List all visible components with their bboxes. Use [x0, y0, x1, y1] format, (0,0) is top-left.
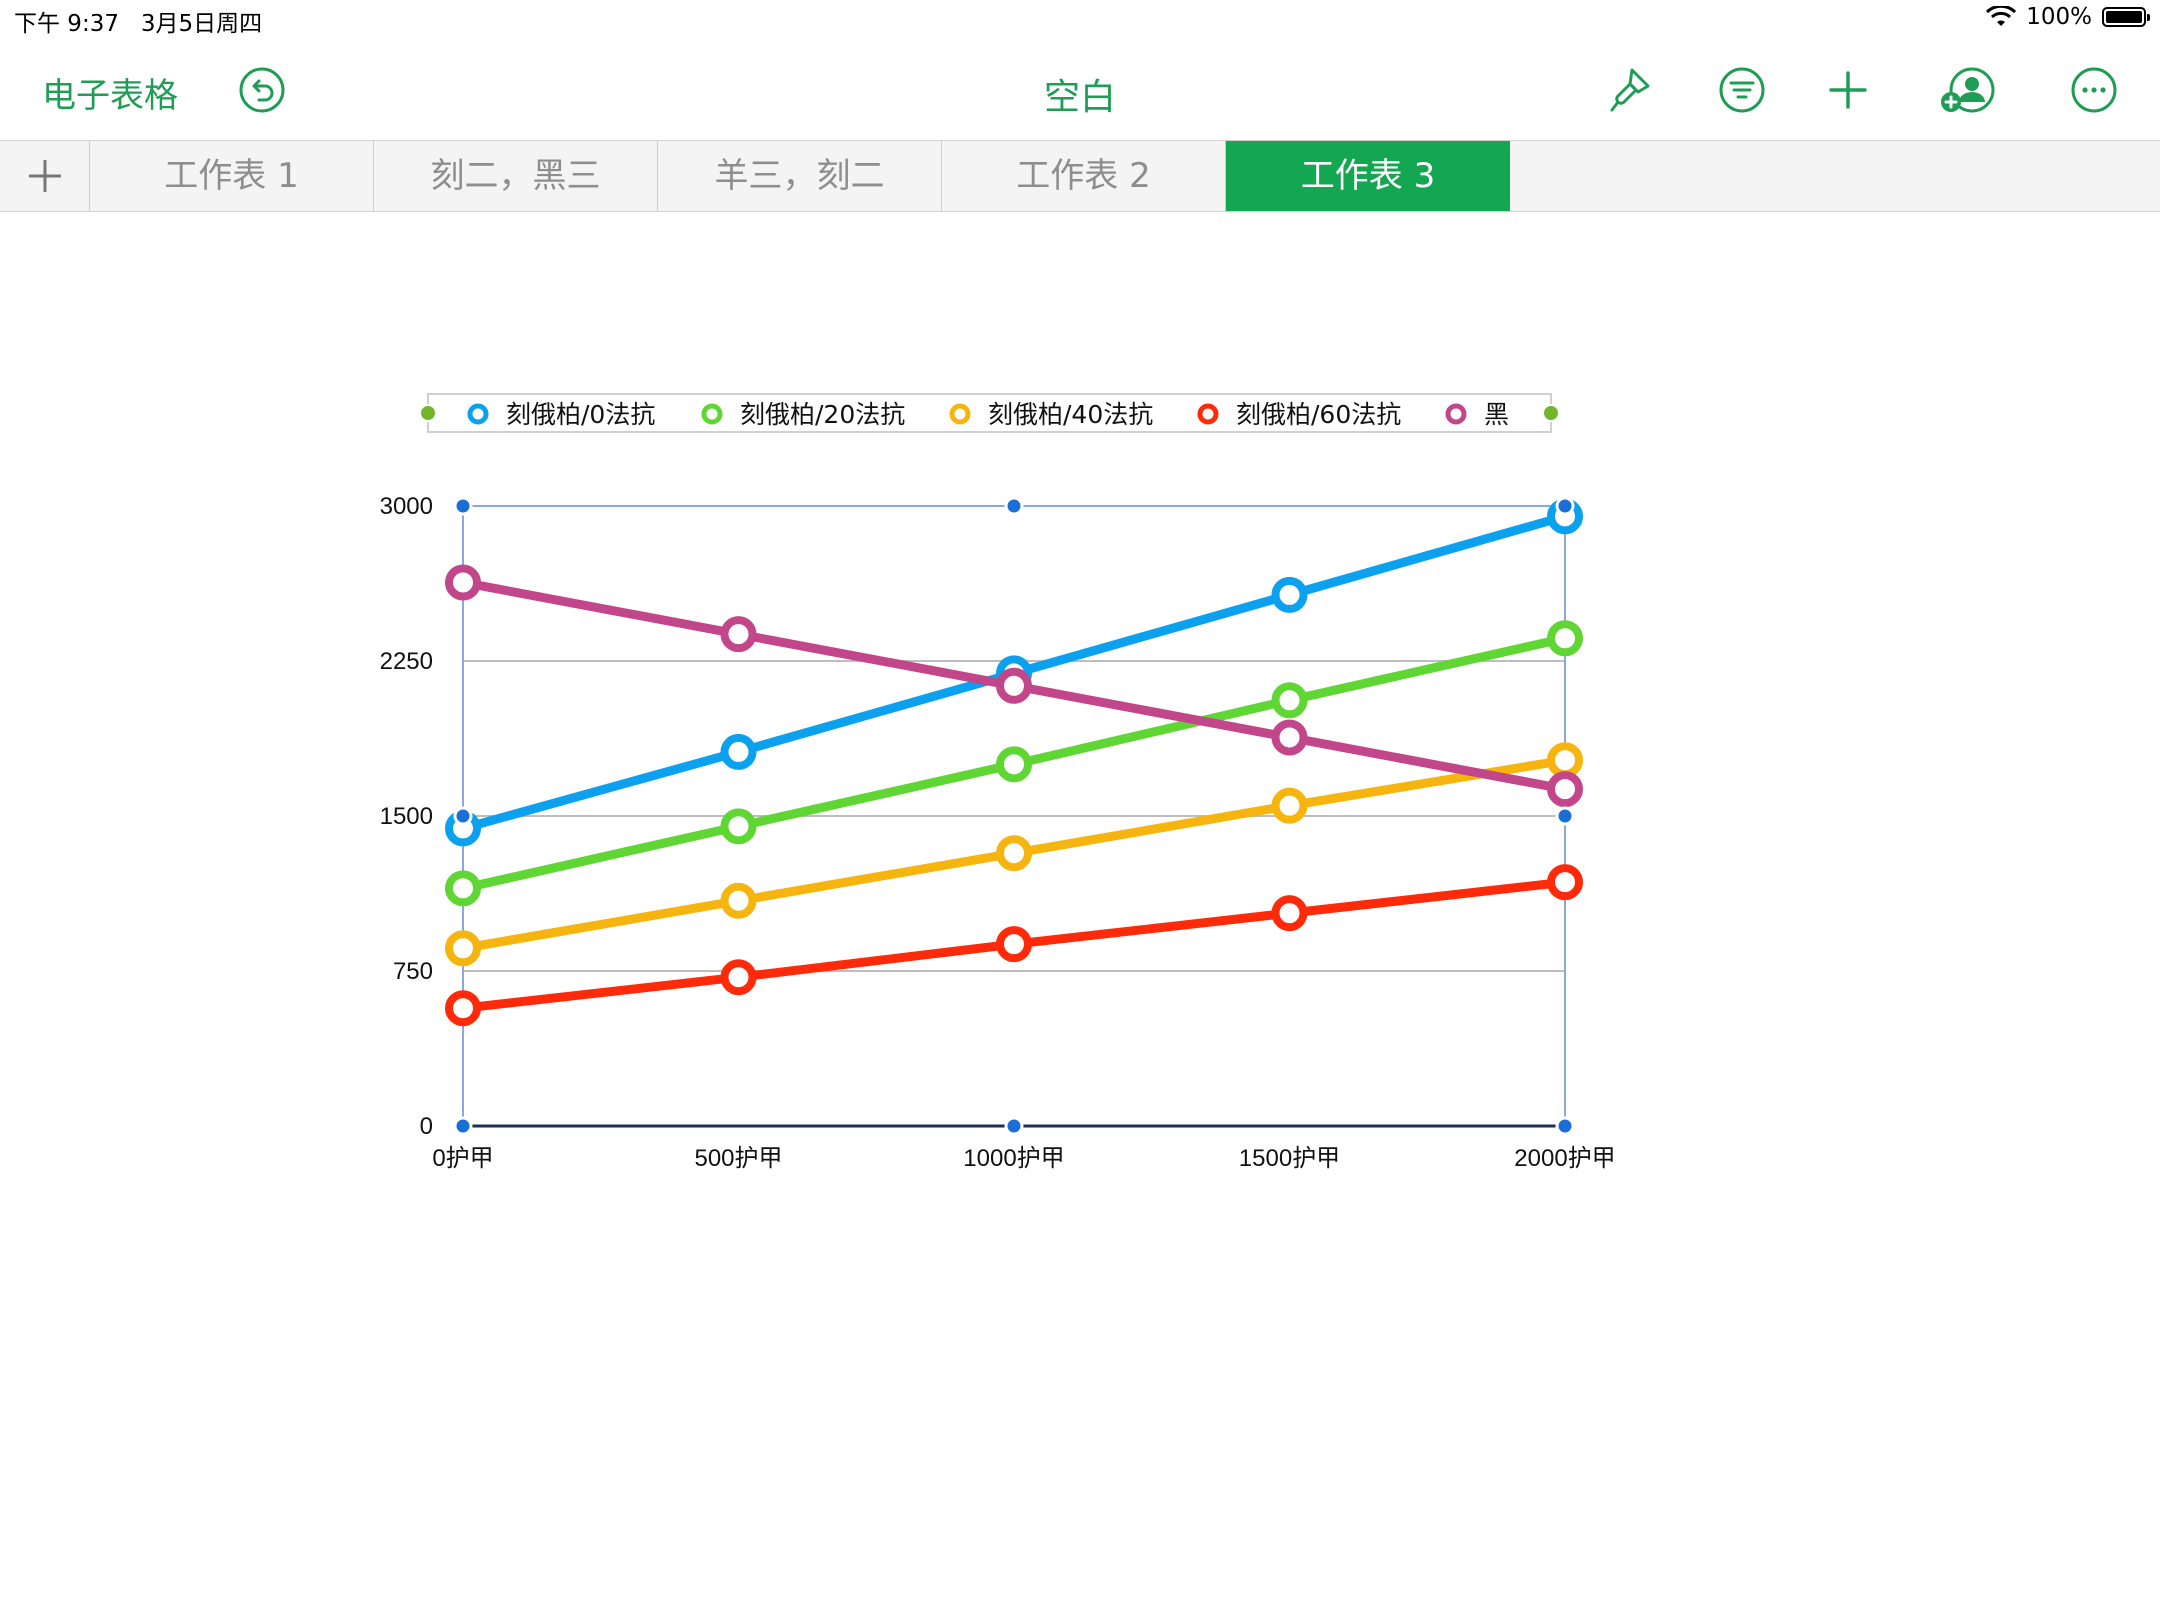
- y-tick-label: 1500: [380, 803, 433, 830]
- legend-label: 刻俄柏/0法抗: [506, 400, 655, 429]
- paintbrush-icon[interactable]: [1604, 64, 1656, 116]
- legend-marker: [1445, 403, 1467, 425]
- data-point[interactable]: [1547, 771, 1583, 808]
- x-tick-label: 1000护甲: [963, 1145, 1064, 1172]
- line-chart[interactable]: 0 750 1500 2250 3000 0护甲 500护甲 1000护甲 1500护甲 2000…: [0, 212, 2160, 1620]
- data-point[interactable]: [1547, 620, 1583, 657]
- battery-percent: 100%: [2026, 4, 2092, 30]
- selection-handle[interactable]: [453, 806, 473, 826]
- legend-marker: [467, 403, 489, 425]
- more-icon[interactable]: [2068, 64, 2120, 116]
- data-point[interactable]: [996, 746, 1032, 783]
- selection-handle[interactable]: [453, 496, 473, 516]
- data-point[interactable]: [1271, 682, 1308, 719]
- x-tick-label: 2000护甲: [1514, 1145, 1615, 1172]
- data-point[interactable]: [1271, 895, 1308, 932]
- selection-handle[interactable]: [1555, 806, 1575, 826]
- data-point[interactable]: [720, 959, 757, 996]
- y-tick-label: 3000: [380, 493, 433, 520]
- x-tick-label: 0护甲: [432, 1145, 493, 1172]
- legend-label: 黑: [1484, 400, 1509, 429]
- legend-label: 刻俄柏/40法抗: [988, 400, 1153, 429]
- data-point[interactable]: [445, 564, 481, 601]
- selection-handle[interactable]: [453, 1116, 473, 1136]
- data-point[interactable]: [720, 882, 757, 919]
- data-point[interactable]: [720, 733, 757, 770]
- data-point[interactable]: [1271, 719, 1308, 756]
- selection-handle[interactable]: [1004, 496, 1024, 516]
- status-bar: 下午 9:37 3月5日周四 100%: [0, 0, 2160, 40]
- spreadsheets-back-button[interactable]: 电子表格: [42, 68, 178, 117]
- selection-handle[interactable]: [1555, 496, 1575, 516]
- legend-resize-handle[interactable]: [419, 404, 437, 422]
- document-title[interactable]: 空白: [1044, 77, 1116, 118]
- data-point[interactable]: [1271, 787, 1308, 824]
- legend-resize-handle[interactable]: [1542, 404, 1560, 422]
- add-collaborator-icon[interactable]: [1938, 64, 1998, 116]
- selection-handle[interactable]: [1555, 1116, 1575, 1136]
- tab-sheet-5[interactable]: 工作表 3: [1226, 141, 1510, 211]
- legend-label: 刻俄柏/60法抗: [1236, 400, 1401, 429]
- data-point[interactable]: [445, 870, 481, 907]
- legend-marker: [949, 403, 971, 425]
- data-point[interactable]: [1547, 864, 1583, 901]
- legend-label: 刻俄柏/20法抗: [740, 400, 905, 429]
- data-point[interactable]: [445, 990, 481, 1027]
- selection-handle[interactable]: [1004, 1116, 1024, 1136]
- filter-icon[interactable]: [1716, 64, 1768, 116]
- data-point[interactable]: [996, 926, 1032, 963]
- status-date: 3月5日周四: [140, 11, 263, 37]
- y-tick-label: 750: [393, 958, 433, 985]
- toolbar: 电子表格 空白: [0, 40, 2160, 140]
- legend-marker: [1197, 403, 1219, 425]
- status-time: 下午 9:37: [14, 11, 119, 37]
- tab-sheet-2[interactable]: 刻二，黑三: [374, 141, 658, 211]
- battery-icon: [2102, 7, 2150, 27]
- data-point[interactable]: [996, 667, 1032, 704]
- data-point[interactable]: [996, 835, 1032, 872]
- tab-sheet-3[interactable]: 羊三，刻二: [658, 141, 942, 211]
- data-point[interactable]: [445, 930, 481, 967]
- legend-marker: [701, 403, 723, 425]
- status-left: 下午 9:37 3月5日周四: [14, 4, 262, 38]
- y-tick-label: 0: [420, 1113, 433, 1140]
- undo-icon[interactable]: [236, 64, 288, 116]
- data-point[interactable]: [720, 616, 757, 653]
- x-tick-label: 1500护甲: [1239, 1145, 1340, 1172]
- status-right: 100%: [1986, 4, 2150, 30]
- data-point[interactable]: [1547, 742, 1583, 779]
- y-tick-label: 2250: [380, 648, 433, 675]
- data-point[interactable]: [720, 808, 757, 845]
- plus-icon: [28, 160, 61, 192]
- x-tick-label: 500护甲: [694, 1145, 782, 1172]
- plus-icon[interactable]: [1822, 64, 1874, 116]
- data-point[interactable]: [1271, 576, 1308, 613]
- sheet-tabbar: 工作表 1 刻二，黑三 羊三，刻二 工作表 2 工作表 3: [0, 140, 2160, 212]
- add-sheet-button[interactable]: [0, 141, 90, 211]
- tab-sheet-4[interactable]: 工作表 2: [942, 141, 1226, 211]
- wifi-icon: [1986, 6, 2017, 26]
- tab-sheet-1[interactable]: 工作表 1: [90, 141, 374, 211]
